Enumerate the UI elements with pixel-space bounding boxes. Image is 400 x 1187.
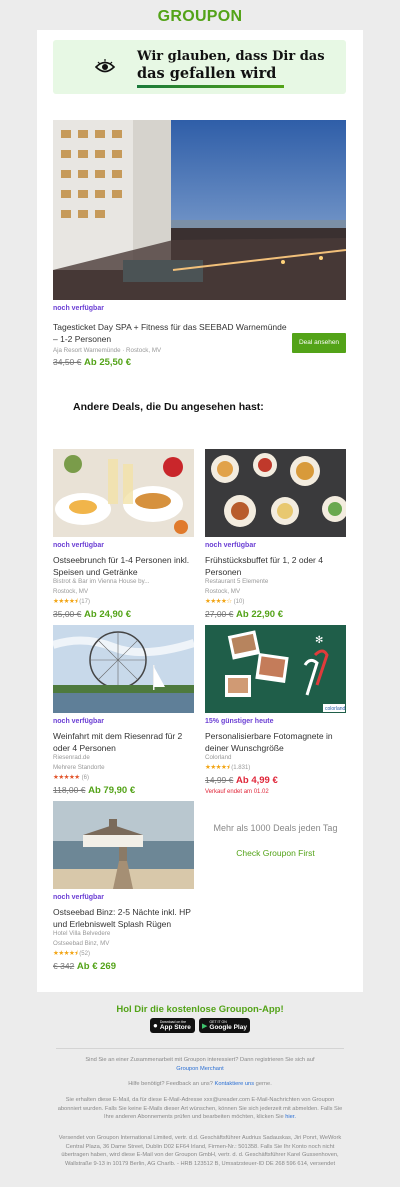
deal-availability: noch verfügbar — [53, 542, 104, 549]
featured-title[interactable]: Tagesticket Day SPA + Fitness für das SE… — [53, 321, 289, 345]
banner-line-2: das gefallen wird — [137, 65, 277, 82]
google-play-label: Google Play — [209, 1024, 247, 1031]
deal-price: 35,00 € Ab 24,90 € — [53, 609, 131, 620]
more-deals-text: Mehr als 1000 Deals jeden Tag — [213, 823, 338, 833]
review-count: (17) — [79, 599, 90, 605]
footer-divider — [56, 1048, 344, 1049]
merchant-notice: Sind Sie an einer Zusammenarbeit mit Gro… — [56, 1056, 344, 1073]
deal-old-price: 35,00 € — [53, 609, 82, 619]
recommendation-banner: Wir glauben, dass Dir das das gefallen w… — [53, 40, 346, 94]
deal-image-breakfast[interactable] — [205, 449, 346, 537]
merchant-question: Sind Sie an einer Zusammenarbeit mit Gro… — [85, 1057, 315, 1063]
play-icon: ▶ — [202, 1022, 208, 1030]
deal-old-price: 27,00 € — [205, 609, 234, 619]
deal-availability: noch verfügbar — [53, 718, 104, 725]
deal-location: Rostock, MV — [205, 588, 241, 595]
deal-title[interactable]: Frühstücksbuffet für 1, 2 oder 4 Persone… — [205, 554, 346, 578]
rating-stars: ★★★★⯨ (1.831) — [205, 763, 250, 774]
featured-location: Rostock, MV — [126, 347, 162, 354]
deal-location: Mehrere Standorte — [53, 764, 105, 771]
featured-merchant: Aja Resort Warnemünde · Rostock, MV — [53, 346, 161, 355]
deal-old-price: 14,99 € — [205, 775, 234, 785]
deal-price: 27,00 € Ab 22,90 € — [205, 609, 283, 620]
star-icons: ★★★★☆ — [205, 598, 232, 605]
help-line: Hilfe benötigt? Feedback an uns? Kontakt… — [56, 1080, 344, 1089]
deal-availability: noch verfügbar — [205, 542, 256, 549]
deal-title[interactable]: Weinfahrt mit dem Riesenrad für 2 oder 4… — [53, 730, 194, 754]
featured-deal-image[interactable] — [53, 120, 346, 300]
app-heading: Hol Dir die kostenlose Groupon-App! — [116, 1004, 284, 1015]
rating-stars: ★★★★☆ (10) — [205, 597, 244, 605]
app-store-badge[interactable]: ● Download on the App Store — [150, 1018, 195, 1033]
banner-underline — [137, 85, 284, 88]
apple-icon: ● — [153, 1021, 158, 1030]
star-icons: ★★★★★ — [53, 774, 80, 781]
featured-availability: noch verfügbar — [53, 305, 104, 312]
app-store-label: App Store — [159, 1024, 191, 1031]
section-heading: Andere Deals, die Du angesehen hast: — [73, 401, 264, 413]
featured-merchant-name: Aja Resort Warnemünde — [53, 347, 121, 354]
deal-old-price: € 342 — [53, 961, 75, 971]
sale-end-notice: Verkauf endet am 01.02 — [205, 789, 269, 795]
legal-notice: Versendet von Groupon International Limi… — [58, 1135, 342, 1167]
deal-new-price: Ab 24,90 € — [84, 609, 132, 620]
banner-line-1: Wir glauben, dass Dir das — [137, 49, 325, 64]
deal-new-price: Ab € 269 — [76, 961, 116, 972]
featured-price: 34,50 € Ab 25,50 € — [53, 357, 131, 368]
deal-price: € 342 Ab € 269 — [53, 961, 116, 972]
review-count: (6) — [81, 775, 89, 781]
deal-merchant: Restaurant 5 Elemente — [205, 578, 269, 585]
banner-heading: Wir glauben, dass Dir das das gefallen w… — [137, 48, 325, 82]
deal-price: 14,99 € Ab 4,99 € — [205, 775, 278, 786]
app-store-text: Download on the App Store — [160, 1020, 191, 1031]
deal-title[interactable]: Ostseebad Binz: 2-5 Nächte inkl. HP und … — [53, 906, 194, 930]
rating-stars: ★★★★★ (6) — [53, 773, 89, 781]
deal-image-ferris-wheel[interactable] — [53, 625, 194, 713]
deal-availability: noch verfügbar — [53, 894, 104, 901]
eye-icon — [95, 59, 115, 73]
deal-new-price: Ab 79,90 € — [88, 785, 136, 796]
deal-merchant: Bistrot & Bar im Vienna House by... — [53, 578, 150, 585]
google-play-text: GET IT ON Google Play — [209, 1020, 247, 1031]
deal-merchant: Hotel Villa Belvedere — [53, 930, 111, 937]
star-icons: ★★★★⯨ — [53, 598, 78, 605]
help-end: gerne. — [255, 1081, 272, 1087]
deal-availability: 15% günstiger heute — [205, 718, 274, 725]
subscription-notice: Sie erhalten diese E-Mail, da für diese … — [56, 1096, 344, 1122]
manage-subscriptions-link[interactable]: hier. — [285, 1114, 296, 1120]
deal-location: Rostock, MV — [53, 588, 89, 595]
deal-new-price: Ab 4,99 € — [236, 775, 278, 786]
contact-link[interactable]: Kontaktiere uns — [215, 1081, 255, 1087]
deal-title[interactable]: Ostseebrunch für 1-4 Personen inkl. Spei… — [53, 554, 194, 578]
deal-title[interactable]: Personalisierbare Fotomagnete in deiner … — [205, 730, 346, 754]
deal-old-price: 118,00 € — [53, 785, 86, 795]
deal-image-binz-pier[interactable] — [53, 801, 194, 889]
svg-text:✻: ✻ — [315, 635, 323, 646]
deal-new-price: Ab 22,90 € — [236, 609, 284, 620]
groupon-merchant-link[interactable]: Groupon Merchant — [176, 1066, 223, 1072]
deal-location: Ostseebad Binz, MV — [53, 940, 110, 947]
groupon-logo[interactable]: GROUPON — [0, 8, 400, 26]
help-text: Hilfe benötigt? Feedback an uns? — [128, 1081, 213, 1087]
featured-old-price: 34,50 € — [53, 357, 82, 367]
rating-stars: ★★★★⯨ (52) — [53, 949, 90, 960]
svg-text:colorland: colorland — [325, 706, 346, 712]
deal-merchant: Riesenrad.de — [53, 754, 90, 761]
featured-new-price: Ab 25,50 € — [84, 357, 132, 368]
rating-stars: ★★★★⯨ (17) — [53, 597, 90, 608]
review-count: (1.831) — [231, 765, 251, 771]
deal-price: 118,00 € Ab 79,90 € — [53, 785, 135, 796]
email-card: Wir glauben, dass Dir das das gefallen w… — [37, 30, 363, 992]
star-icons: ★★★★⯨ — [205, 764, 230, 771]
notice-text: Sie erhalten diese E-Mail, da für diese … — [57, 1097, 343, 1120]
deal-image-photo-magnets[interactable]: ✻ colorland — [205, 625, 346, 713]
check-groupon-link[interactable]: Check Groupon First — [205, 848, 346, 858]
deal-image-brunch[interactable] — [53, 449, 194, 537]
deal-merchant: Colorland — [205, 754, 232, 761]
deal-view-button[interactable]: Deal ansehen — [292, 333, 346, 353]
star-icons: ★★★★⯨ — [53, 950, 78, 957]
review-count: (52) — [79, 951, 90, 957]
review-count: (10) — [233, 599, 245, 605]
google-play-badge[interactable]: ▶ GET IT ON Google Play — [199, 1018, 250, 1033]
